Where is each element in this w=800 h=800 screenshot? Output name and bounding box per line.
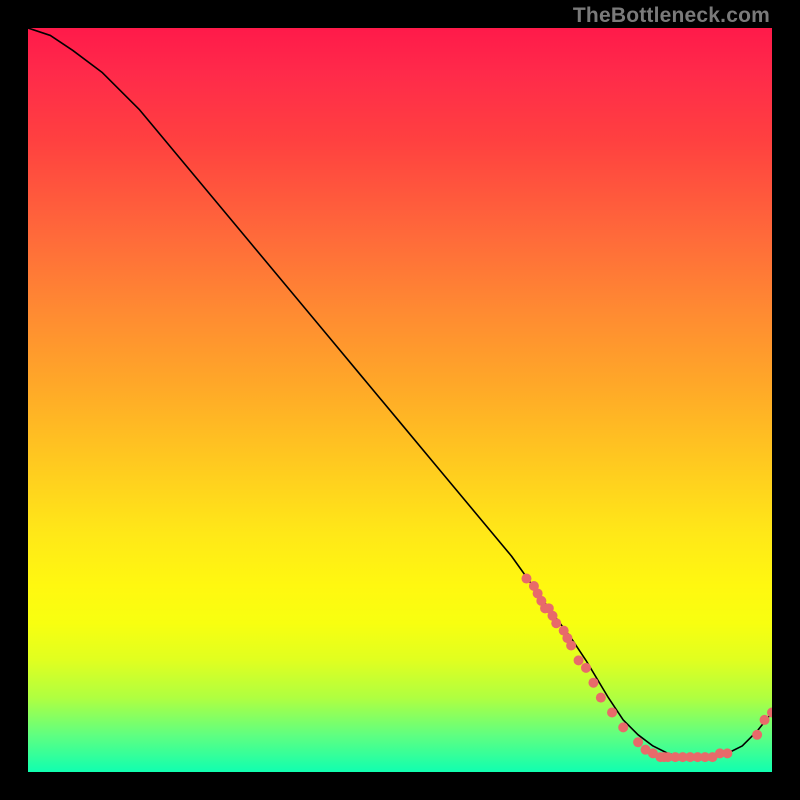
data-point <box>596 693 606 703</box>
watermark-text: TheBottleneck.com <box>573 4 770 28</box>
data-point <box>760 715 770 725</box>
data-point <box>607 707 617 717</box>
data-point <box>767 707 772 717</box>
chart-container: TheBottleneck.com <box>0 0 800 800</box>
scatter-points <box>521 574 772 763</box>
data-point <box>618 722 628 732</box>
data-point <box>752 730 762 740</box>
bottleneck-curve <box>28 28 772 757</box>
plot-area <box>28 28 772 772</box>
data-point <box>581 663 591 673</box>
data-point <box>722 748 732 758</box>
data-point <box>551 618 561 628</box>
data-point <box>521 574 531 584</box>
data-point <box>588 678 598 688</box>
data-point <box>566 641 576 651</box>
data-point <box>633 737 643 747</box>
chart-svg <box>28 28 772 772</box>
data-point <box>574 655 584 665</box>
